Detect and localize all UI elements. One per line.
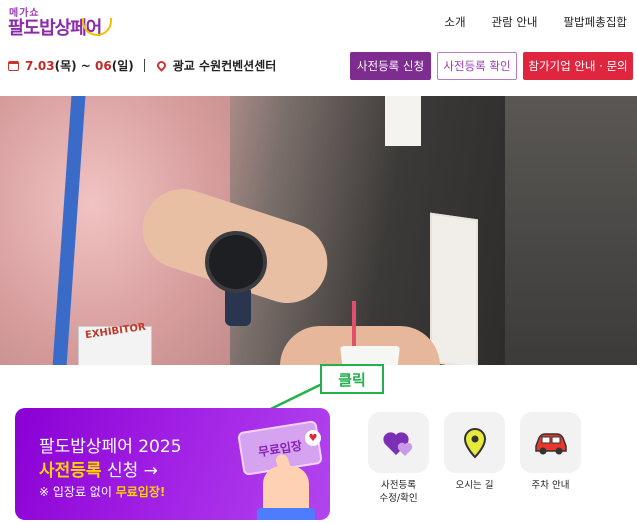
sample-cup (340, 346, 400, 365)
check-registration-button[interactable]: 사전등록 확인 (437, 52, 517, 80)
banner-subtitle: 사전등록 신청 → (39, 461, 158, 481)
quick-link-registration[interactable]: 사전등록 수정/확인 (368, 412, 429, 505)
quick-link-label: 오시는 길 (455, 480, 494, 491)
location-pin-icon (154, 59, 168, 72)
site-header: 메가쇼 팔도밥상페어 소개 관람 안내 팔밥페총집합 (0, 0, 637, 44)
event-date: 7.03(목) ~ 06(일) (25, 59, 134, 73)
hero-photo: EXHIBITOR (0, 96, 637, 365)
exhibitor-inquiry-button[interactable]: 참가기업 안내 · 문의 (523, 52, 633, 80)
pre-register-button[interactable]: 사전등록 신청 (350, 52, 431, 80)
nav-item-intro[interactable]: 소개 (444, 14, 465, 30)
nav-item-collection[interactable]: 팔밥페총집합 (564, 14, 627, 30)
hearts-icon (382, 431, 412, 456)
click-callout: 클릭 (320, 364, 384, 394)
nav-item-visit-info[interactable]: 관람 안내 (492, 14, 538, 30)
wristwatch (205, 231, 267, 293)
event-location: 광교 수원컨벤션센터 (172, 59, 277, 73)
quick-link-label: 주차 안내 (531, 480, 570, 491)
divider (143, 59, 145, 72)
calendar-icon (8, 60, 19, 71)
quick-link-label: 사전등록 수정/확인 (379, 480, 418, 504)
quick-link-parking[interactable]: 주차 안내 (520, 412, 581, 492)
event-info: 7.03(목) ~ 06(일) 광교 수원컨벤션센터 (8, 57, 276, 74)
banner-title: 팔도밥상페어 2025 (39, 437, 182, 457)
banner-note: ※ 입장료 없이 무료입장! (39, 485, 166, 499)
pre-register-banner[interactable]: 팔도밥상페어 2025 사전등록 신청 → ※ 입장료 없이 무료입장! 무료입… (15, 408, 330, 520)
car-icon (534, 432, 567, 454)
main-nav: 소개 관람 안내 팔밥페총집합 (444, 14, 627, 30)
heart-icon: ♥ (305, 430, 321, 446)
map-pin-icon (463, 427, 486, 458)
quick-link-directions[interactable]: 오시는 길 (444, 412, 505, 492)
site-logo[interactable]: 메가쇼 팔도밥상페어 (8, 4, 112, 40)
